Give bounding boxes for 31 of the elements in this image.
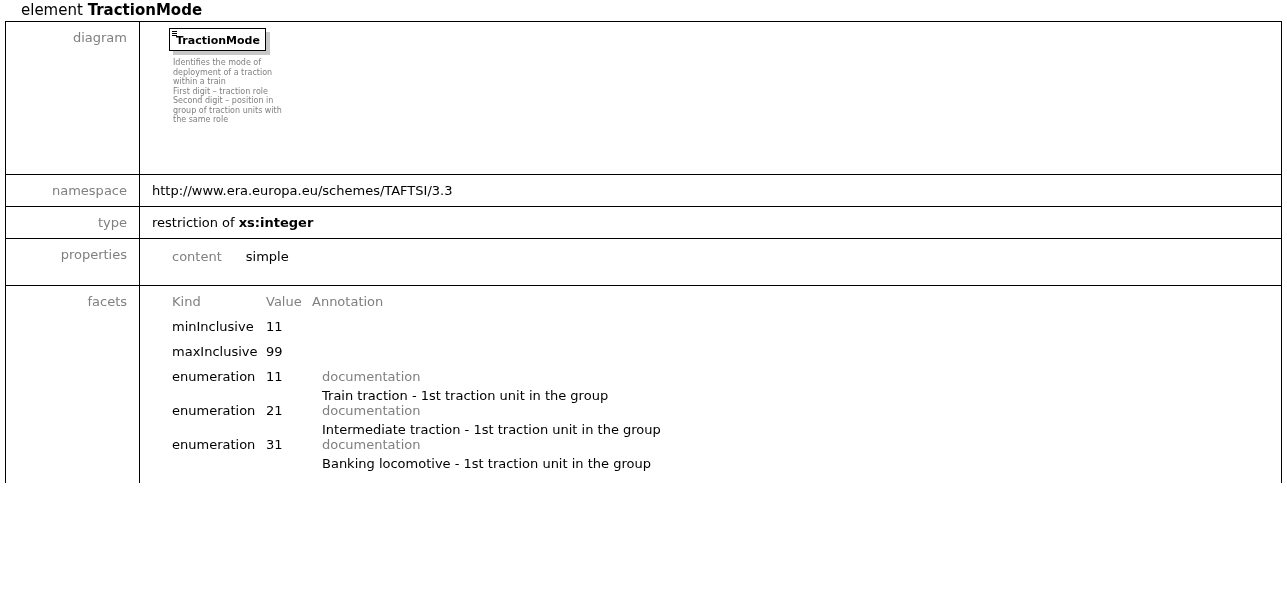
column-header: Annotation — [312, 294, 385, 311]
column-header: Value — [266, 294, 303, 311]
column-header: Kind — [172, 294, 202, 311]
annotation-label: documentation — [322, 369, 422, 384]
facet-value: 21 — [266, 403, 284, 420]
facet-value: 99 — [266, 344, 284, 361]
facet-value: 11 — [266, 369, 284, 386]
namespace-value: http://www.era.europa.eu/schemes/TAFTSI/3.3 — [140, 175, 1281, 207]
element-icon — [172, 31, 177, 36]
row-label: namespace — [6, 175, 140, 207]
annotation-label: documentation — [322, 403, 422, 418]
annotation-text: Banking locomotive - 1st traction unit in the group — [322, 456, 652, 471]
facet-kind: maxInclusive — [172, 344, 259, 361]
facet-kind: enumeration — [172, 437, 257, 454]
row-label: type — [6, 207, 140, 239]
element-description: Identifies the mode of deployment of a traction within a train First digit – traction role Second digit – position in group of traction units with the same role — [173, 58, 283, 125]
row-label: properties — [6, 239, 140, 286]
facet-value: 31 — [266, 437, 284, 454]
property-value: simple — [245, 249, 289, 266]
type-value: restriction of xs:integer — [140, 207, 1281, 239]
property-name: content — [172, 249, 222, 266]
facet-value: 11 — [266, 319, 284, 336]
annotation-text: Intermediate traction - 1st traction unit in the group — [322, 422, 662, 437]
row-label: diagram — [6, 22, 140, 175]
annotation-label: documentation — [322, 437, 422, 452]
row-label: facets — [6, 286, 140, 483]
facet-kind: minInclusive — [172, 319, 255, 336]
facet-kind: enumeration — [172, 369, 257, 386]
annotation-text: Train traction - 1st traction unit in the group — [322, 388, 610, 403]
page-heading: element TractionMode — [21, 1, 204, 19]
facet-kind: enumeration — [172, 403, 257, 420]
